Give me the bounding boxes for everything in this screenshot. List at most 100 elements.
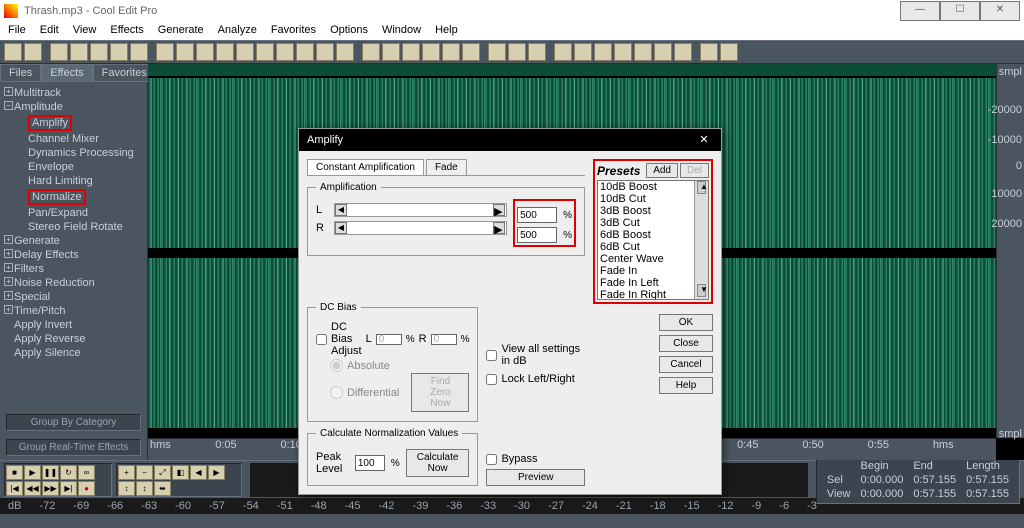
preview-button[interactable]: Preview [486, 469, 585, 486]
toolbar-button[interactable] [196, 43, 214, 61]
toolbar-button[interactable] [654, 43, 672, 61]
toolbar-button[interactable] [156, 43, 174, 61]
toolbar-button[interactable] [176, 43, 194, 61]
tree-generate[interactable]: +Generate [2, 234, 145, 248]
toolbar-button[interactable] [554, 43, 572, 61]
play-loop-button[interactable]: ∞ [78, 465, 95, 480]
toolbar-button[interactable] [442, 43, 460, 61]
overview-strip[interactable] [148, 64, 996, 76]
toolbar-button[interactable] [720, 43, 738, 61]
play-loop-button[interactable]: ↻ [60, 465, 77, 480]
tree-delay[interactable]: +Delay Effects [2, 248, 145, 262]
preset-item[interactable]: Fade In Right [598, 289, 708, 300]
toolbar-button[interactable] [24, 43, 42, 61]
tree-normalize[interactable]: Normalize [2, 188, 145, 206]
calculate-now-button[interactable]: Calculate Now [406, 449, 470, 477]
menu-window[interactable]: Window [382, 24, 421, 38]
zoom-right-button[interactable]: ▶ [208, 465, 225, 480]
tree-envelope[interactable]: Envelope [2, 160, 145, 174]
menu-help[interactable]: Help [435, 24, 458, 38]
dcbias-checkbox[interactable] [316, 334, 327, 345]
tree-stereo-rotate[interactable]: Stereo Field Rotate [2, 220, 145, 234]
preset-scrollbar[interactable]: ▲▼ [694, 181, 708, 299]
toolbar-button[interactable] [488, 43, 506, 61]
tree-special[interactable]: +Special [2, 290, 145, 304]
dialog-titlebar[interactable]: Amplify ✕ [299, 129, 721, 151]
tab-effects[interactable]: Effects [41, 64, 92, 82]
tree-multitrack[interactable]: +Multitrack [2, 86, 145, 100]
toolbar-button[interactable] [574, 43, 592, 61]
tree-amplify[interactable]: Amplify [2, 114, 145, 132]
pause-button[interactable]: ❚❚ [42, 465, 59, 480]
help-button[interactable]: Help [659, 377, 713, 394]
slider-thumb[interactable]: ▶ [493, 222, 505, 234]
toolbar-button[interactable] [110, 43, 128, 61]
tree-pan-expand[interactable]: Pan/Expand [2, 206, 145, 220]
toolbar-button[interactable] [130, 43, 148, 61]
tree-amplitude[interactable]: −Amplitude [2, 100, 145, 114]
tree-filters[interactable]: +Filters [2, 262, 145, 276]
toolbar-button[interactable] [276, 43, 294, 61]
rewind-button[interactable]: ◀◀ [24, 481, 41, 496]
preset-item[interactable]: 6dB Boost [598, 229, 708, 241]
right-amp-input[interactable] [517, 227, 557, 243]
minimize-button[interactable]: — [900, 1, 940, 21]
rewind-start-button[interactable]: |◀ [6, 481, 23, 496]
zoom-sel-button[interactable]: ◧ [172, 465, 189, 480]
toolbar-button[interactable] [236, 43, 254, 61]
toolbar-button[interactable] [50, 43, 68, 61]
dcbias-r-input[interactable] [431, 334, 457, 345]
preset-item[interactable]: 3dB Cut [598, 217, 708, 229]
zoom-button[interactable]: ↕ [118, 481, 135, 496]
preset-item[interactable]: Fade In [598, 265, 708, 277]
preset-item[interactable]: Center Wave [598, 253, 708, 265]
toolbar-button[interactable] [362, 43, 380, 61]
peak-level-input[interactable] [355, 455, 385, 471]
menu-view[interactable]: View [73, 24, 97, 38]
toolbar-button[interactable] [216, 43, 234, 61]
bypass-checkbox[interactable] [486, 454, 497, 465]
dialog-close-button[interactable]: ✕ [695, 133, 713, 147]
toolbar-button[interactable] [256, 43, 274, 61]
tree-hard-limiting[interactable]: Hard Limiting [2, 174, 145, 188]
tree-apply-silence[interactable]: Apply Silence [2, 346, 145, 360]
zoom-in-button[interactable]: + [118, 465, 135, 480]
zoom-left-button[interactable]: ◀ [190, 465, 207, 480]
menu-options[interactable]: Options [330, 24, 368, 38]
group-by-category-button[interactable]: Group By Category [6, 414, 141, 431]
cancel-button[interactable]: Cancel [659, 356, 713, 373]
tree-dynamics[interactable]: Dynamics Processing [2, 146, 145, 160]
menu-generate[interactable]: Generate [158, 24, 204, 38]
stop-button[interactable]: ■ [6, 465, 23, 480]
slider-thumb[interactable]: ▶ [493, 204, 505, 216]
presets-listbox[interactable]: 10dB Boost 10dB Cut 3dB Boost 3dB Cut 6d… [597, 180, 709, 300]
zoom-full-button[interactable]: ⤢ [154, 465, 171, 480]
left-amp-slider[interactable]: ◀▶ [334, 203, 507, 217]
toolbar-button[interactable] [4, 43, 22, 61]
preset-item[interactable]: 6dB Cut [598, 241, 708, 253]
group-realtime-button[interactable]: Group Real-Time Effects [6, 439, 141, 456]
toolbar-button[interactable] [634, 43, 652, 61]
lock-lr-checkbox[interactable] [486, 374, 497, 385]
right-amp-slider[interactable]: ◀▶ [334, 221, 507, 235]
differential-radio[interactable] [330, 386, 343, 399]
view-db-checkbox[interactable] [486, 350, 497, 361]
record-button[interactable]: ● [78, 481, 95, 496]
toolbar-button[interactable] [594, 43, 612, 61]
tree-time-pitch[interactable]: +Time/Pitch [2, 304, 145, 318]
toolbar-button[interactable] [402, 43, 420, 61]
ok-button[interactable]: OK [659, 314, 713, 331]
preset-item[interactable]: 10dB Cut [598, 193, 708, 205]
preset-item[interactable]: 3dB Boost [598, 205, 708, 217]
tree-channel-mixer[interactable]: Channel Mixer [2, 132, 145, 146]
menu-effects[interactable]: Effects [110, 24, 143, 38]
menu-favorites[interactable]: Favorites [271, 24, 316, 38]
toolbar-button[interactable] [674, 43, 692, 61]
maximize-button[interactable]: ☐ [940, 1, 980, 21]
close-dialog-button[interactable]: Close [659, 335, 713, 352]
toolbar-button[interactable] [70, 43, 88, 61]
zoom-button[interactable]: ⬌ [154, 481, 171, 496]
play-button[interactable]: ▶ [24, 465, 41, 480]
tree-apply-invert[interactable]: Apply Invert [2, 318, 145, 332]
tab-favorites[interactable]: Favorites [93, 64, 156, 82]
